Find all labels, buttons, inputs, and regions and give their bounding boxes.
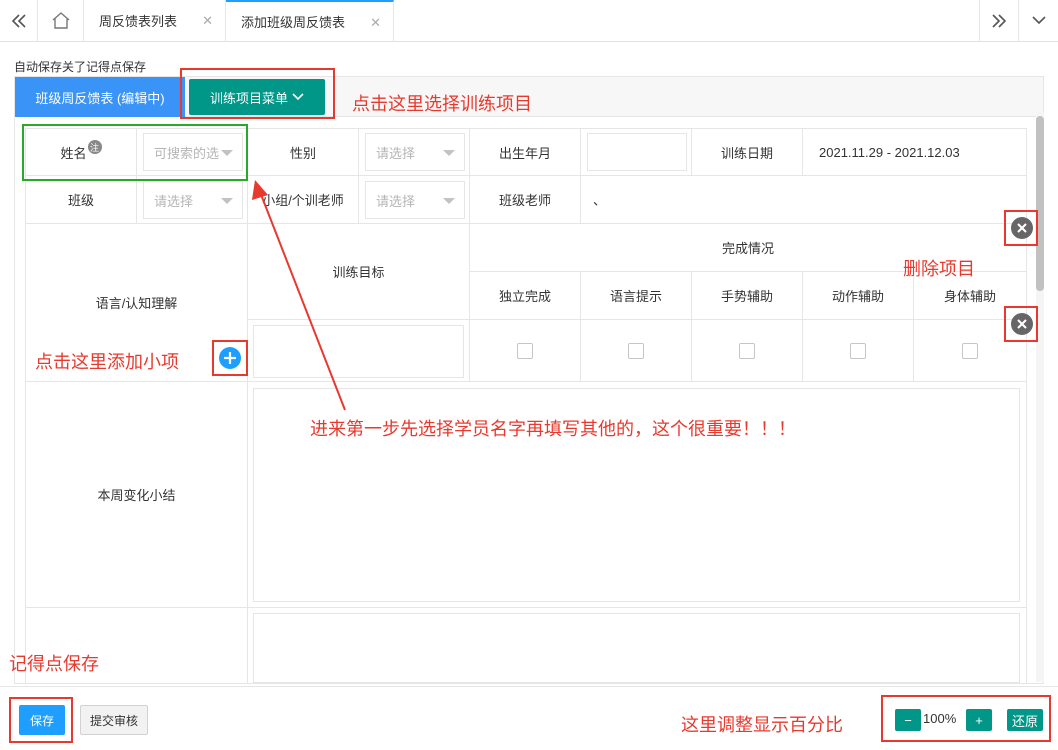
train-date-label: 训练日期: [720, 145, 773, 161]
tab-label: 周反馈表列表: [99, 14, 178, 29]
dropdown-arrow-icon: [443, 150, 455, 156]
gesture-assist-checkbox[interactable]: [739, 342, 755, 359]
gender-label-cell: 性别: [247, 128, 359, 176]
submit-review-button[interactable]: 提交审核: [80, 705, 148, 735]
summary-label: 本周变化小结: [97, 488, 176, 503]
class-label-cell: 班级: [25, 175, 137, 224]
completion-col-label: 手势辅助: [720, 289, 773, 304]
class-teacher-label-cell: 班级老师: [469, 175, 581, 224]
class-label: 班级: [67, 193, 94, 208]
annotation-first-step: 进来第一步先选择学员名字再填写其他的，这个很重要！！！: [310, 419, 796, 439]
independent-checkbox[interactable]: [517, 342, 533, 359]
completion-col-independent: 独立完成: [469, 271, 581, 320]
autosave-hint: 自动保存关了记得点保存: [14, 60, 147, 74]
double-chevron-right-icon: [992, 13, 1007, 28]
form-mode-title: 班级周反馈表 (编辑中): [15, 77, 185, 117]
annotation-box-name: [22, 124, 248, 181]
annotation-box-menu: [180, 68, 335, 119]
close-icon[interactable]: ✕: [202, 13, 213, 29]
home-tab[interactable]: [38, 0, 84, 41]
train-date-value-cell[interactable]: 2021.11.29 - 2021.12.03: [802, 128, 1027, 176]
annotation-box-delete-1: [1004, 210, 1038, 246]
birth-label: 出生年月: [498, 145, 551, 161]
training-goal-input[interactable]: [253, 325, 464, 378]
tab-menu-dropdown[interactable]: [1019, 0, 1058, 41]
tab-feedback-list[interactable]: 周反馈表列表 ✕: [84, 0, 226, 41]
action-assist-checkbox[interactable]: [850, 342, 866, 359]
train-date-label-cell: 训练日期: [691, 128, 803, 176]
completion-col-label: 动作辅助: [831, 289, 884, 304]
next-section-textarea[interactable]: [253, 613, 1020, 683]
completion-col-verbal: 语言提示: [580, 271, 692, 320]
chevron-down-icon: [1031, 16, 1046, 25]
section-name: 语言/认知理解: [95, 296, 178, 311]
check-cell: [469, 319, 581, 382]
tab-add-class-feedback[interactable]: 添加班级周反馈表 ✕: [226, 0, 394, 41]
completion-col-gesture: 手势辅助: [691, 271, 803, 320]
group-teacher-label-cell: 小组/个训老师: [247, 175, 359, 224]
completion-col-label: 身体辅助: [943, 289, 996, 304]
completion-col-label: 语言提示: [609, 289, 662, 304]
annotation-box-add: [212, 340, 248, 376]
annotation-box-zoom: [881, 695, 1051, 742]
physical-assist-checkbox[interactable]: [962, 342, 978, 359]
gender-label: 性别: [289, 145, 316, 161]
scrollbar-thumb[interactable]: [1036, 116, 1044, 291]
group-teacher-select[interactable]: 请选择: [365, 181, 465, 219]
annotation-add-subitem: 点击这里添加小项: [35, 352, 179, 372]
class-placeholder: 请选择: [154, 193, 194, 209]
tab-bar: 周反馈表列表 ✕ 添加班级周反馈表 ✕: [0, 0, 1058, 42]
annotation-delete-item: 删除项目: [903, 259, 975, 279]
annotation-select-project: 点击这里选择训练项目: [352, 94, 532, 114]
annotation-box-save: [9, 697, 73, 743]
check-cell: [580, 319, 692, 382]
goal-header: 训练目标: [332, 265, 385, 280]
gender-select[interactable]: 请选择: [365, 133, 465, 171]
birth-label-cell: 出生年月: [469, 128, 581, 176]
dropdown-arrow-icon: [443, 198, 455, 204]
scroll-tabs-left-button[interactable]: [0, 0, 38, 41]
close-icon[interactable]: ✕: [370, 15, 381, 31]
class-teacher-label: 班级老师: [498, 193, 551, 208]
annotation-box-delete-2: [1004, 306, 1038, 342]
class-teacher-value: 、: [593, 193, 607, 208]
completion-header: 完成情况: [721, 241, 774, 256]
summary-label-cell: 本周变化小结: [25, 381, 248, 608]
train-date-value: 2021.11.29 - 2021.12.03: [819, 144, 960, 160]
dropdown-arrow-icon: [221, 198, 233, 204]
birth-date-input[interactable]: [587, 133, 687, 171]
tab-label: 添加班级周反馈表: [241, 15, 346, 30]
check-cell: [802, 319, 914, 382]
completion-col-label: 独立完成: [498, 289, 551, 304]
annotation-remember-save: 记得点保存: [9, 654, 99, 674]
scroll-tabs-right-button[interactable]: [979, 0, 1019, 41]
class-teacher-value-cell: 、: [580, 175, 1027, 224]
class-select[interactable]: 请选择: [143, 181, 243, 219]
verbal-prompt-checkbox[interactable]: [628, 342, 644, 359]
double-chevron-left-icon: [11, 13, 26, 28]
completion-col-action: 动作辅助: [802, 271, 914, 320]
annotation-adjust-zoom: 这里调整显示百分比: [681, 715, 843, 735]
home-icon: [52, 12, 69, 29]
group-teacher-label: 小组/个训老师: [262, 193, 344, 208]
gender-placeholder: 请选择: [376, 145, 416, 161]
group-teacher-placeholder: 请选择: [376, 193, 416, 209]
check-cell: [691, 319, 803, 382]
goal-header-cell: 训练目标: [247, 223, 470, 320]
